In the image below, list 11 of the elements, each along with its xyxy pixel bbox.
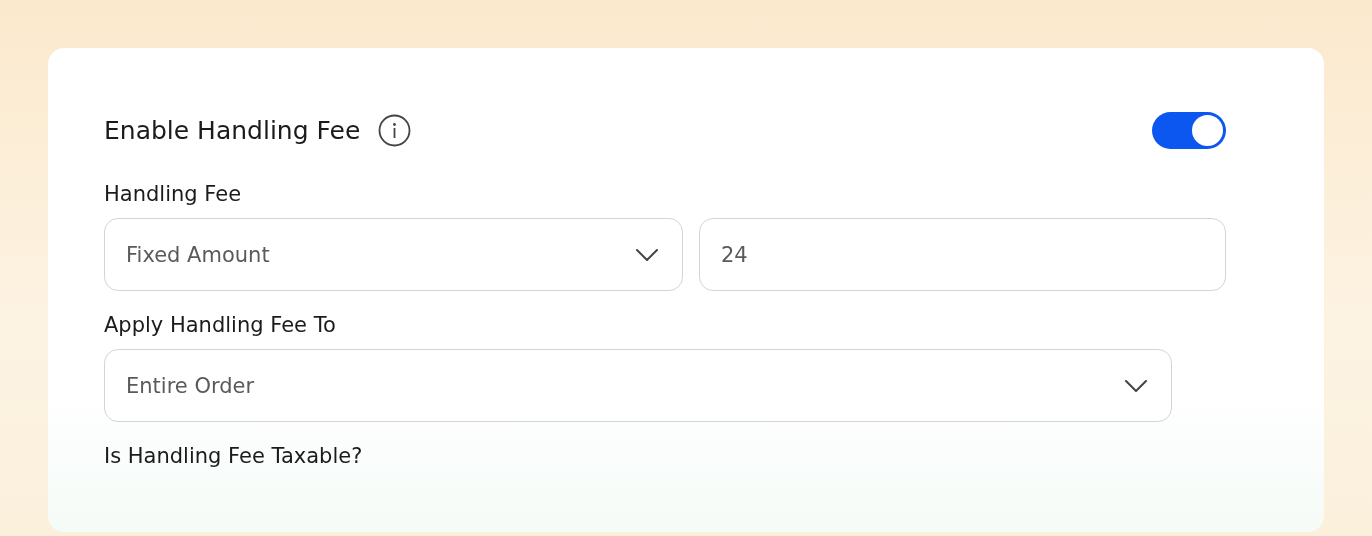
section-title: Enable Handling Fee	[104, 115, 361, 145]
info-icon[interactable]	[378, 113, 412, 147]
field-label: Apply Handling Fee To	[104, 313, 337, 337]
field-label: Handling Fee	[104, 182, 243, 206]
chevron-down-icon	[1125, 379, 1147, 392]
field-label: Is Handling Fee Taxable?	[104, 444, 364, 468]
select-field[interactable]: Fixed Amount	[104, 218, 683, 291]
chevron-down-icon	[636, 248, 658, 261]
input-field[interactable]: 24	[699, 218, 1226, 291]
toggle-switch[interactable]	[1152, 111, 1226, 149]
select-field[interactable]: Entire Order	[104, 349, 1172, 422]
